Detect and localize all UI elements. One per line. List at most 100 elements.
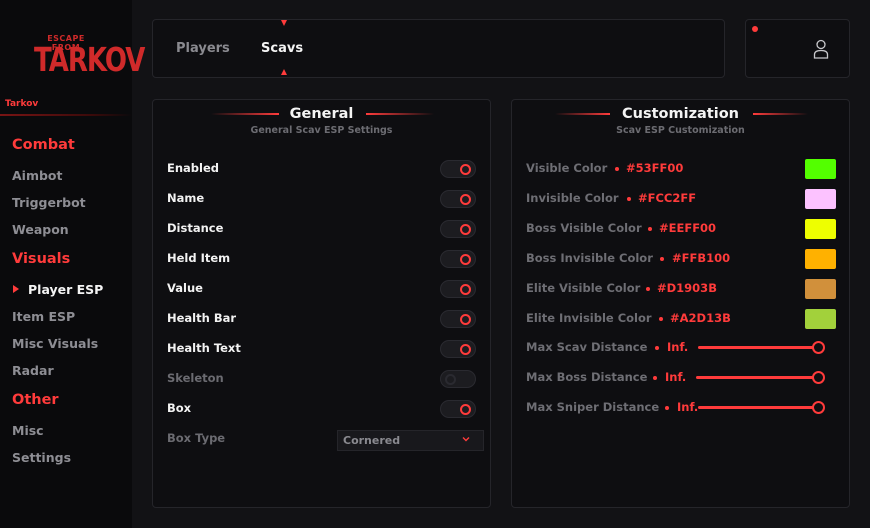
nav-item-settings[interactable]: Settings	[12, 450, 71, 465]
nav-item-misc[interactable]: Misc	[12, 423, 44, 438]
user-panel[interactable]	[745, 19, 850, 78]
logo-main-text: TARKOV	[34, 42, 145, 80]
boss-visible-color-swatch[interactable]	[805, 219, 836, 239]
held-item-toggle[interactable]	[440, 250, 476, 268]
bullet-icon	[627, 197, 631, 201]
boss-invisible-color-value: #FFB100	[672, 251, 731, 265]
active-tab-bottom-indicator-icon	[281, 69, 287, 75]
brand-label: Tarkov	[5, 99, 39, 109]
toggle-knob-icon	[460, 284, 471, 295]
customization-title: Customization	[622, 106, 739, 122]
box-label: Box	[167, 401, 192, 415]
max-boss-distance-value: Inf.	[665, 370, 687, 384]
elite-visible-color-label: Elite Visible Color	[526, 281, 641, 295]
general-title: General	[289, 106, 354, 122]
name-toggle[interactable]	[440, 190, 476, 208]
distance-toggle[interactable]	[440, 220, 476, 238]
nav-section-combat: Combat	[12, 137, 75, 153]
nav-item-player-esp[interactable]: Player ESP	[28, 282, 103, 297]
toggle-knob-icon	[460, 194, 471, 205]
held-item-label: Held Item	[167, 251, 231, 265]
bullet-icon	[659, 317, 663, 321]
active-tab-top-indicator-icon	[281, 20, 287, 26]
skeleton-toggle[interactable]	[440, 370, 476, 388]
bullet-icon	[655, 346, 659, 350]
nav-item-item-esp[interactable]: Item ESP	[12, 309, 75, 324]
elite-visible-color-swatch[interactable]	[805, 279, 836, 299]
max-boss-distance-label: Max Boss Distance	[526, 370, 648, 384]
nav-item-misc-visuals[interactable]: Misc Visuals	[12, 336, 98, 351]
logo: ESCAPE FROM TARKOV	[34, 34, 145, 80]
max-sniper-distance-label: Max Sniper Distance	[526, 400, 660, 414]
box-type-label: Box Type	[167, 431, 226, 445]
bullet-icon	[646, 287, 650, 291]
nav-item-aimbot[interactable]: Aimbot	[12, 168, 63, 183]
nav-section-visuals: Visuals	[12, 251, 71, 267]
max-sniper-distance-knob[interactable]	[811, 401, 825, 414]
sidebar: ESCAPE FROM TARKOV Tarkov Combat Aimbot …	[0, 0, 145, 528]
box-toggle[interactable]	[440, 400, 476, 418]
toggle-knob-icon	[460, 254, 471, 265]
name-label: Name	[167, 191, 205, 205]
elite-visible-color-value: #D1903B	[657, 281, 717, 295]
tab-bar: Players Scavs	[152, 19, 725, 78]
max-scav-distance-knob[interactable]	[811, 341, 825, 354]
customization-panel: Customization Scav ESP Customization Vis…	[511, 99, 850, 508]
general-panel: General General Scav ESP Settings Enable…	[152, 99, 491, 508]
value-label: Value	[167, 281, 203, 295]
brand-divider	[0, 114, 132, 116]
distance-label: Distance	[167, 221, 224, 235]
bullet-icon	[615, 167, 619, 171]
user-icon[interactable]	[813, 39, 829, 59]
tab-players[interactable]: Players	[176, 41, 230, 56]
box-type-value: Cornered	[343, 434, 401, 447]
toggle-knob-icon	[460, 164, 471, 175]
health-bar-label: Health Bar	[167, 311, 237, 325]
boss-visible-color-label: Boss Visible Color	[526, 221, 642, 235]
health-bar-toggle[interactable]	[440, 310, 476, 328]
customization-subtitle: Scav ESP Customization	[616, 125, 745, 136]
skeleton-label: Skeleton	[167, 371, 224, 385]
boss-invisible-color-swatch[interactable]	[805, 249, 836, 269]
max-boss-distance-slider[interactable]	[696, 376, 818, 379]
nav-item-weapon[interactable]: Weapon	[12, 222, 69, 237]
toggle-knob-icon	[460, 344, 471, 355]
max-sniper-distance-slider[interactable]	[698, 406, 818, 409]
chevron-down-icon	[462, 437, 470, 442]
invisible-color-swatch[interactable]	[805, 189, 836, 209]
active-arrow-icon	[13, 285, 19, 293]
tab-scavs[interactable]: Scavs	[261, 41, 303, 56]
health-text-label: Health Text	[167, 341, 241, 355]
visible-color-value: #53FF00	[626, 161, 684, 175]
elite-invisible-color-swatch[interactable]	[805, 309, 836, 329]
toggle-knob-icon	[460, 314, 471, 325]
visible-color-label: Visible Color	[526, 161, 608, 175]
status-dot-icon	[752, 26, 758, 32]
max-scav-distance-slider[interactable]	[698, 346, 818, 349]
nav-section-other: Other	[12, 392, 59, 408]
visible-color-swatch[interactable]	[805, 159, 836, 179]
toggle-knob-icon	[460, 404, 471, 415]
value-toggle[interactable]	[440, 280, 476, 298]
general-subtitle: General Scav ESP Settings	[250, 125, 393, 136]
boss-invisible-color-label: Boss Invisible Color	[526, 251, 653, 265]
invisible-color-value: #FCC2FF	[638, 191, 697, 205]
enabled-label: Enabled	[167, 161, 220, 175]
invisible-color-label: Invisible Color	[526, 191, 619, 205]
box-type-select[interactable]: Cornered	[337, 430, 484, 451]
bullet-icon	[653, 376, 657, 380]
nav-item-radar[interactable]: Radar	[12, 363, 54, 378]
max-sniper-distance-value: Inf.	[677, 400, 699, 414]
health-text-toggle[interactable]	[440, 340, 476, 358]
max-scav-distance-value: Inf.	[667, 340, 689, 354]
nav-item-triggerbot[interactable]: Triggerbot	[12, 195, 86, 210]
elite-invisible-color-value: #A2D13B	[670, 311, 731, 325]
elite-invisible-color-label: Elite Invisible Color	[526, 311, 652, 325]
bullet-icon	[648, 227, 652, 231]
boss-visible-color-value: #EEFF00	[659, 221, 717, 235]
max-scav-distance-label: Max Scav Distance	[526, 340, 648, 354]
max-boss-distance-knob[interactable]	[811, 371, 825, 384]
toggle-knob-icon	[460, 224, 471, 235]
toggle-knob-icon	[445, 374, 456, 385]
enabled-toggle[interactable]	[440, 160, 476, 178]
